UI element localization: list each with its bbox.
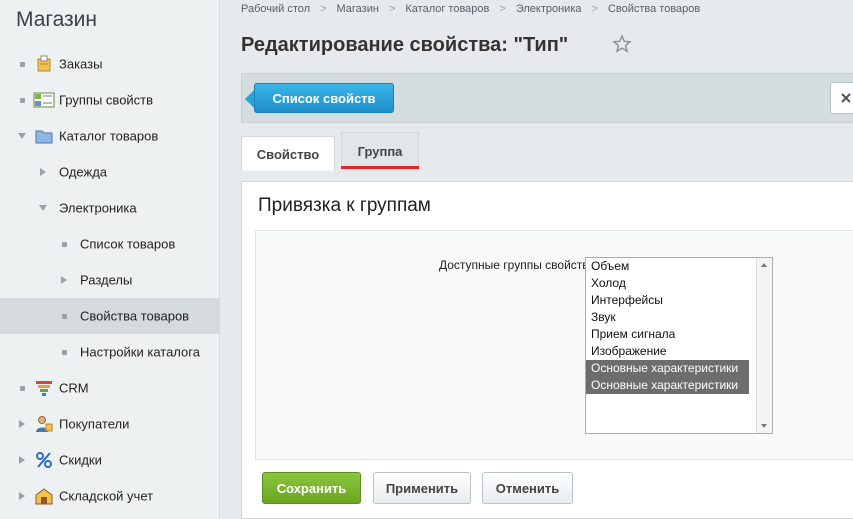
breadcrumb-item[interactable]: Каталог товаров — [405, 3, 489, 15]
sidebar-item-label: Заказы — [59, 56, 103, 72]
section-title: Привязка к группам — [258, 195, 431, 216]
sidebar-item-label: Складской учет — [59, 488, 154, 504]
cancel-button[interactable]: Отменить — [482, 472, 573, 504]
sidebar-item-catalog[interactable]: Каталог товаров — [0, 118, 219, 154]
sidebar-item-orders[interactable]: Заказы — [0, 46, 219, 82]
sidebar-item-label: Свойства товаров — [80, 308, 190, 324]
listbox-scrollbar[interactable] — [756, 258, 772, 433]
sidebar-item-label: CRM — [59, 380, 89, 396]
listbox-option[interactable]: Основные характеристики — [586, 360, 749, 377]
tab-group[interactable]: Группа — [341, 132, 419, 170]
scroll-up-icon[interactable] — [761, 263, 767, 267]
sidebar-item-sections[interactable]: Разделы — [0, 262, 219, 298]
bullet-icon — [19, 97, 25, 103]
chevron-right-icon — [19, 420, 25, 428]
property-groups-icon — [33, 92, 55, 108]
chevron-right-icon — [61, 276, 67, 284]
close-icon — [841, 93, 851, 103]
customers-icon — [36, 416, 53, 432]
available-groups-listbox[interactable]: Объем Холод Интерфейсы Звук Прием сигнала Изо… — [585, 257, 773, 434]
sidebar-item-label: Настройки каталога — [80, 344, 200, 360]
star-icon[interactable] — [612, 34, 632, 54]
orders-icon — [37, 55, 51, 72]
toolbar: Список свойств Уд — [241, 73, 853, 123]
sidebar-item-catalog-settings[interactable]: Настройки каталога — [0, 334, 219, 370]
save-button[interactable]: Сохранить — [262, 472, 361, 504]
form-area: Доступные группы свойств: Объем Холод Инте… — [255, 230, 853, 460]
chevron-right-icon — [19, 456, 25, 464]
sidebar-item-warehouse[interactable]: Складской учет — [0, 478, 219, 514]
sidebar-item-product-list[interactable]: Список товаров — [0, 226, 219, 262]
breadcrumb-separator-icon: > — [499, 3, 506, 15]
sidebar-item-label: Список товаров — [80, 236, 176, 252]
warehouse-icon — [35, 488, 53, 505]
breadcrumb-item[interactable]: Магазин — [337, 3, 379, 15]
sidebar: Магазин Заказы Группы свойств Каталог то… — [0, 0, 220, 519]
listbox-option[interactable]: Основные характеристики — [586, 377, 749, 394]
chevron-down-icon — [39, 205, 47, 211]
discounts-icon — [36, 452, 52, 468]
breadcrumb-separator-icon: > — [388, 3, 396, 15]
sidebar-item-label: Скидки — [59, 452, 102, 468]
listbox-option[interactable]: Прием сигнала — [586, 326, 749, 343]
sidebar-item-label: Электроника — [59, 200, 137, 216]
available-groups-label: Доступные группы свойств: — [438, 258, 592, 272]
scroll-down-icon[interactable] — [761, 424, 767, 428]
property-list-button[interactable]: Список свойств — [254, 83, 394, 113]
sidebar-item-discounts[interactable]: Скидки — [0, 442, 219, 478]
breadcrumb-separator-icon: > — [591, 3, 598, 15]
bullet-icon — [61, 349, 67, 355]
bullet-icon — [19, 385, 25, 391]
listbox-options: Объем Холод Интерфейсы Звук Прием сигнала Изо… — [586, 258, 772, 394]
crm-funnel-icon — [36, 381, 52, 396]
breadcrumb-separator-icon: > — [320, 3, 327, 15]
listbox-option[interactable]: Изображение — [586, 343, 749, 360]
sidebar-item-clothing[interactable]: Одежда — [0, 154, 219, 190]
breadcrumb-item[interactable]: Электроника — [516, 3, 582, 15]
sidebar-item-label: Каталог товаров — [59, 128, 159, 144]
sidebar-item-property-groups[interactable]: Группы свойств — [0, 82, 219, 118]
main-content: Рабочий стол > Магазин > Каталог товаров… — [220, 0, 853, 519]
chevron-right-icon — [19, 492, 25, 500]
page-title: Редактирование свойства: "Тип" — [241, 34, 569, 56]
sidebar-item-label: Покупатели — [59, 416, 130, 432]
breadcrumb: Рабочий стол > Магазин > Каталог товаров… — [241, 3, 700, 15]
listbox-option[interactable]: Интерфейсы — [586, 292, 749, 309]
chevron-down-icon — [18, 133, 26, 139]
bullet-icon — [61, 241, 67, 247]
folder-icon — [35, 130, 53, 144]
active-tab-indicator — [341, 166, 419, 169]
listbox-option[interactable]: Звук — [586, 309, 749, 326]
tab-panel: Привязка к группам Доступные группы свой… — [241, 181, 853, 519]
apply-button[interactable]: Применить — [373, 472, 471, 504]
chevron-right-icon — [40, 168, 46, 176]
sidebar-title: Магазин — [16, 8, 98, 31]
bullet-icon — [61, 313, 67, 319]
sidebar-item-crm[interactable]: CRM — [0, 370, 219, 406]
breadcrumb-item[interactable]: Свойства товаров — [608, 3, 700, 15]
listbox-option[interactable]: Объем — [586, 258, 749, 275]
listbox-option[interactable]: Холод — [586, 275, 749, 292]
sidebar-item-label: Одежда — [59, 164, 108, 180]
sidebar-item-product-properties[interactable]: Свойства товаров — [0, 298, 219, 334]
delete-button[interactable]: Уд — [830, 82, 853, 114]
sidebar-item-label: Разделы — [80, 272, 133, 288]
bullet-icon — [19, 61, 25, 67]
tab-property[interactable]: Свойство — [241, 136, 335, 171]
sidebar-item-electronics[interactable]: Электроника — [0, 190, 219, 226]
sidebar-item-customers[interactable]: Покупатели — [0, 406, 219, 442]
breadcrumb-item[interactable]: Рабочий стол — [241, 3, 310, 15]
sidebar-item-label: Группы свойств — [59, 92, 154, 108]
